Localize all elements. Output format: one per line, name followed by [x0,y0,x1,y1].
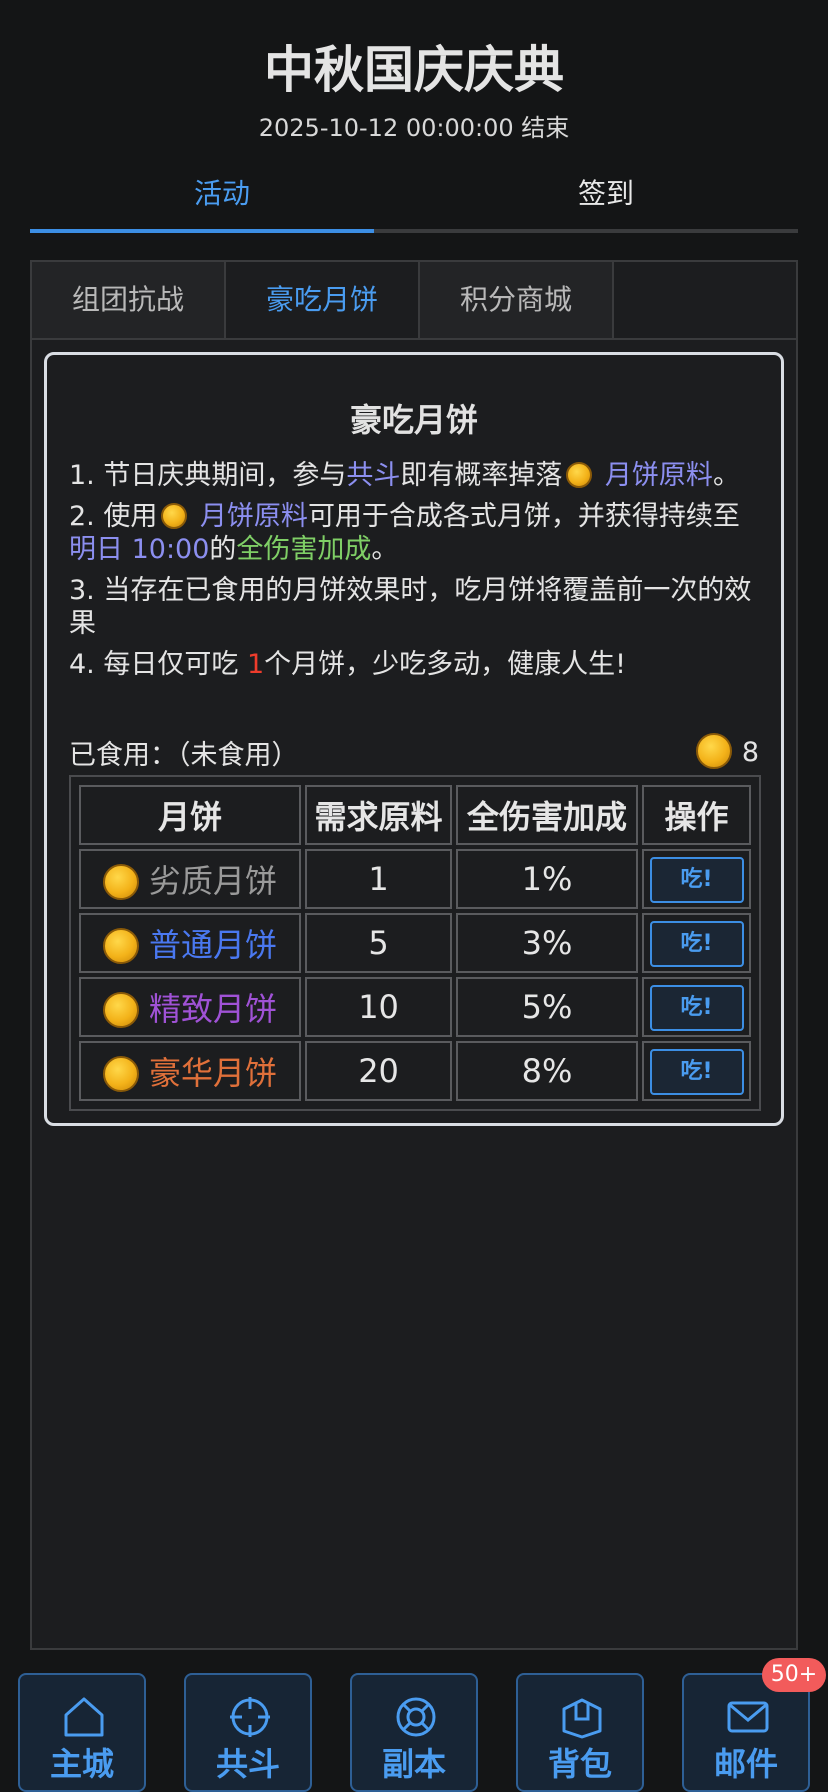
mooncake-name: 豪华月饼 [79,1041,302,1101]
rule-text: 4. 每日仅可吃 [69,649,247,680]
nav-backpack-button[interactable]: 背包 [516,1673,644,1792]
rule-highlight: 明日 10:00 [69,534,210,565]
header-action: 操作 [642,785,751,845]
rule-text: 1. 节日庆典期间，参与 [69,460,347,491]
rule-highlight: 全伤害加成 [236,534,372,565]
table-header-row: 月饼 需求原料 全伤害加成 操作 [79,785,751,845]
mooncake-name: 劣质月饼 [79,849,302,909]
top-tabs: 活动 签到 [30,165,798,233]
crosshair-icon [230,1697,270,1737]
mail-count-badge: 50+ [762,1658,826,1692]
eat-button[interactable]: 吃! [649,1048,744,1095]
nav-label: 副本 [381,1745,446,1783]
rule-3: 3. 当存在已食用的月饼效果时，吃月饼将覆盖前一次的效果 [69,575,752,639]
header-bonus: 全伤害加成 [455,785,639,845]
nav-label: 背包 [547,1745,612,1783]
rule-highlight: 月饼原料 [191,501,308,532]
mooncake-name: 精致月饼 [79,977,302,1037]
action-cell: 吃! [642,849,751,909]
mooncake-material-icon [161,503,188,529]
lifebuoy-icon [396,1697,436,1737]
rule-highlight: 1 [246,649,265,680]
eat-button[interactable]: 吃! [649,856,744,903]
material-balance: 8 [692,733,759,772]
rule-1: 1. 节日庆典期间，参与共斗即有概率掉落 月饼原料。 [69,459,759,492]
mooncake-label: 豪华月饼 [149,1054,278,1092]
mail-icon [727,1701,769,1733]
page-title: 中秋国庆庆典 [264,41,564,99]
table-row: 豪华月饼 20 8% 吃! [79,1041,751,1101]
subtab-eat-mooncake[interactable]: 豪吃月饼 [226,262,420,338]
card-title: 豪吃月饼 [349,401,478,439]
bottom-nav: 主城 共斗 副本 背包 邮件 [18,1673,828,1792]
activity-panel: 组团抗战 豪吃月饼 积分商城 豪吃月饼 1. 节日庆典期间，参与共斗即有概率掉落… [30,260,798,1650]
mooncake-icon [103,1056,139,1092]
rule-text: 。 [371,534,399,565]
rule-text: 。 [712,460,740,491]
subtab-team-battle[interactable]: 组团抗战 [32,262,226,338]
rule-text: 2. 使用 [69,501,158,532]
mooncake-icon [103,928,139,964]
balance-value: 8 [741,737,759,768]
tab-checkin[interactable]: 签到 [414,165,798,233]
required-cost: 1 [305,849,452,909]
sub-tabs: 组团抗战 豪吃月饼 积分商城 [32,262,796,340]
subtab-points-shop[interactable]: 积分商城 [420,262,614,338]
rule-highlight: 月饼原料 [596,460,713,491]
mooncake-material-icon [695,733,732,769]
mooncake-label: 精致月饼 [149,990,278,1028]
damage-bonus: 3% [455,913,639,973]
table-row: 普通月饼 5 3% 吃! [79,913,751,973]
mooncake-label: 劣质月饼 [149,862,278,900]
header-mooncake: 月饼 [79,785,302,845]
eat-button[interactable]: 吃! [649,984,744,1031]
end-time: 2025-10-12 00:00:00 结束 [258,114,570,142]
nav-main-city-button[interactable]: 主城 [18,1673,146,1792]
mooncake-label: 普通月饼 [149,926,278,964]
eaten-status-row: 已食用：（未食用） 8 [69,733,759,772]
mooncake-table: 月饼 需求原料 全伤害加成 操作 劣质月饼 1 1% 吃! 普通月饼 5 3% … [69,775,761,1111]
action-cell: 吃! [642,913,751,973]
table-row: 精致月饼 10 5% 吃! [79,977,751,1037]
tab-activity[interactable]: 活动 [30,165,414,233]
damage-bonus: 5% [455,977,639,1037]
nav-label: 共斗 [215,1745,280,1783]
box-icon [562,1698,602,1739]
rule-4: 4. 每日仅可吃 1个月饼，少吃多动，健康人生! [69,648,759,681]
tab-underline-active [30,229,374,233]
rule-text: 即有概率掉落 [400,460,563,491]
action-cell: 吃! [642,977,751,1037]
nav-label: 邮件 [713,1745,778,1783]
header: 中秋国庆庆典 2025-10-12 00:00:00 结束 [0,0,828,143]
mooncake-material-icon [566,462,593,488]
required-cost: 5 [305,913,452,973]
nav-label: 主城 [49,1745,114,1783]
header-required: 需求原料 [305,785,452,845]
required-cost: 20 [305,1041,452,1101]
mooncake-icon [103,864,139,900]
rule-text: 个月饼，少吃多动，健康人生! [264,649,626,680]
eaten-label: 已食用：（未食用） [69,740,299,771]
nav-dungeon-button[interactable]: 副本 [350,1673,478,1792]
mooncake-card: 豪吃月饼 1. 节日庆典期间，参与共斗即有概率掉落 月饼原料。 2. 使用 月饼… [44,352,784,1126]
required-cost: 10 [305,977,452,1037]
nav-coop-button[interactable]: 共斗 [184,1673,312,1792]
damage-bonus: 1% [455,849,639,909]
mooncake-icon [103,992,139,1028]
eat-button[interactable]: 吃! [649,920,744,967]
rule-2: 2. 使用 月饼原料可用于合成各式月饼，并获得持续至明日 10:00的全伤害加成… [69,500,759,566]
rule-text: 的 [209,534,237,565]
mooncake-name: 普通月饼 [79,913,302,973]
rule-highlight: 共斗 [346,460,401,491]
table-row: 劣质月饼 1 1% 吃! [79,849,751,909]
damage-bonus: 8% [455,1041,639,1101]
action-cell: 吃! [642,1041,751,1101]
home-icon [64,1697,104,1737]
rules: 1. 节日庆典期间，参与共斗即有概率掉落 月饼原料。 2. 使用 月饼原料可用于… [69,459,759,681]
rule-text: 可用于合成各式月饼，并获得持续至 [307,501,740,532]
